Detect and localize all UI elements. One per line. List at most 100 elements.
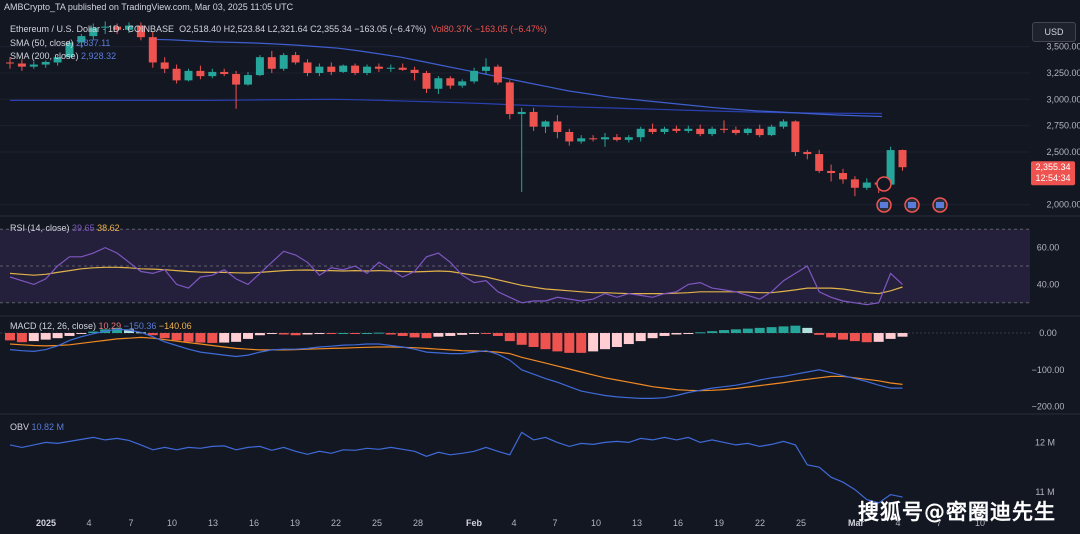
macd-histogram-bar: [861, 333, 872, 343]
time-tick-label: 25: [796, 518, 806, 528]
macd-histogram-bar: [564, 333, 575, 353]
time-tick-label: 16: [249, 518, 259, 528]
macd-histogram-bar: [385, 333, 396, 335]
flag-icon: [908, 202, 916, 208]
macd-histogram-bar: [659, 333, 670, 336]
obv-tick-label: 12 M: [1035, 437, 1055, 447]
obv-line: [9, 431, 903, 504]
macd-histogram-bar: [552, 333, 563, 352]
rsi-legend[interactable]: RSI (14, close) 39.65 38.62: [10, 223, 120, 233]
time-tick-label: 7: [552, 518, 557, 528]
macd-pane: [0, 325, 1030, 399]
macd-histogram-bar: [647, 333, 658, 339]
macd-histogram-bar: [254, 333, 265, 336]
macd-histogram-bar: [778, 326, 789, 334]
macd-histogram-bar: [611, 333, 622, 347]
time-tick-label: 19: [714, 518, 724, 528]
rsi-label: RSI (14, close): [10, 223, 70, 233]
macd-histogram-bar: [159, 333, 170, 339]
macd-histogram-bar: [5, 333, 15, 341]
macd-histogram-bar: [766, 327, 777, 334]
macd-histogram-bar: [433, 333, 444, 337]
macd-histogram-bar: [171, 333, 182, 341]
sma200-label: SMA (200, close): [10, 51, 79, 61]
rsi-tick-label: 40.00: [1037, 279, 1060, 289]
macd-histogram-bar: [445, 333, 456, 336]
time-tick-label: 19: [290, 518, 300, 528]
time-tick-label: Feb: [466, 518, 483, 528]
rsi-band-fill: [0, 229, 1030, 303]
candle-up: [708, 128, 717, 135]
candle-down: [160, 62, 169, 69]
macd-signal-line: [9, 336, 903, 392]
time-tick-label: 10: [167, 518, 177, 528]
sma50-label: SMA (50, close): [10, 38, 74, 48]
macd-histogram-bar: [64, 333, 75, 336]
candle-down: [815, 154, 824, 171]
macd-histogram-bar: [350, 333, 361, 335]
macd-histogram-bar: [576, 333, 587, 353]
macd-histogram-bar: [814, 333, 825, 335]
macd-label: MACD (12, 26, close): [10, 321, 97, 331]
macd-histogram-bar: [707, 331, 718, 334]
volume-value: Vol80.37K −163.05 (−6.47%): [431, 24, 547, 34]
candle-up: [184, 70, 193, 81]
candle-down: [220, 71, 229, 75]
candle-up: [386, 67, 395, 69]
candle-down: [791, 121, 800, 152]
sma200-legend[interactable]: SMA (200, close) 2,928.32: [10, 51, 116, 61]
macd-histogram-bar: [207, 333, 218, 343]
time-tick-label: 13: [208, 518, 218, 528]
macd-legend[interactable]: MACD (12, 26, close) 10.29 −150.36 −140.…: [10, 321, 192, 331]
rsi-ma-value: 38.62: [97, 223, 120, 233]
macd-histogram-bar: [409, 333, 420, 338]
macd-histogram-bar: [826, 333, 837, 338]
candle-down: [850, 179, 859, 188]
candle-up: [255, 57, 264, 76]
macd-histogram-bar: [243, 333, 253, 339]
candle-up: [29, 64, 38, 67]
rsi-tick-label: 60.00: [1037, 243, 1060, 253]
candle-down: [553, 121, 562, 132]
countdown-label: 12:54:34: [1035, 173, 1070, 183]
macd-histogram-bar: [516, 333, 527, 345]
macd-histogram-bar: [195, 333, 206, 343]
candle-down: [196, 70, 205, 77]
sma50-value: 2,837.11: [76, 38, 111, 48]
candle-down: [839, 173, 847, 180]
time-tick-label: 25: [372, 518, 382, 528]
flag-icon: [880, 202, 888, 208]
candle-down: [755, 128, 764, 136]
macd-histogram-bar: [326, 333, 337, 335]
macd-histogram-bar: [314, 333, 325, 335]
main-price-pane: [6, 21, 907, 197]
candle-up: [363, 66, 371, 73]
time-tick-label: 4: [86, 518, 91, 528]
macd-histogram-bar: [528, 333, 539, 347]
last-price-label: 2,355.34: [1035, 162, 1070, 172]
time-tick-label: 13: [632, 518, 642, 528]
time-tick-label: 4: [511, 518, 516, 528]
candle-down: [303, 62, 312, 73]
time-tick-label: 28: [413, 518, 423, 528]
candle-down: [612, 137, 621, 140]
candle-down: [291, 55, 300, 63]
candle-down: [374, 66, 383, 69]
candle-down: [827, 170, 836, 174]
macd-histogram-bar: [754, 327, 765, 334]
macd-tick-label: −100.00: [1032, 365, 1065, 375]
obv-legend[interactable]: OBV 10.82 M: [10, 422, 64, 432]
macd-histogram-bar: [683, 333, 694, 335]
macd-histogram-bar: [588, 333, 599, 352]
candle-down: [148, 37, 157, 63]
macd-histogram-bar: [897, 333, 908, 337]
macd-histogram-bar: [885, 333, 896, 339]
macd-histogram-bar: [469, 333, 480, 335]
obv-value: 10.82 M: [31, 422, 65, 432]
candle-up: [624, 137, 633, 140]
sma50-legend[interactable]: SMA (50, close) 2,837.11: [10, 38, 110, 48]
obv-label: OBV: [10, 422, 30, 432]
macd-histogram-bar: [362, 333, 372, 335]
time-tick-label: 22: [331, 518, 341, 528]
candle-down: [529, 111, 538, 127]
